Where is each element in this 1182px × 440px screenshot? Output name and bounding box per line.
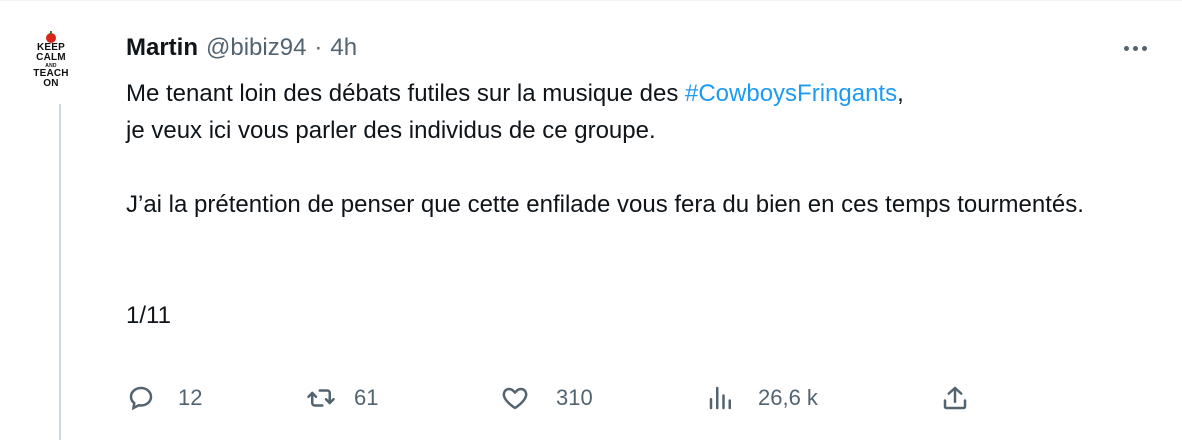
apple-icon xyxy=(46,31,56,43)
avatar-text-2: CALM xyxy=(36,52,66,63)
tweet-header: Martin @bibiz94 · 4h xyxy=(126,33,357,63)
views-button[interactable]: 26,6 k xyxy=(706,378,818,418)
like-count: 310 xyxy=(556,385,593,410)
share-icon xyxy=(943,386,967,410)
reply-button[interactable]: 12 xyxy=(126,378,202,418)
thread-line xyxy=(59,104,61,440)
divider xyxy=(0,0,1182,1)
tweet-line-1: Me tenant loin des débats futiles sur la… xyxy=(126,75,1136,112)
tweet-text: Me tenant loin des débats futiles sur la… xyxy=(126,75,1136,334)
more-icon[interactable] xyxy=(1117,38,1153,58)
share-button[interactable] xyxy=(940,378,970,418)
tweet[interactable]: KEEP CALM AND TEACH ON Martin @bibiz94 ·… xyxy=(0,0,1182,440)
author-handle[interactable]: @bibiz94 xyxy=(206,34,306,62)
thread-counter: 1/11 xyxy=(126,302,171,329)
retweet-count: 61 xyxy=(354,385,379,410)
views-count: 26,6 k xyxy=(758,385,818,410)
tweet-time[interactable]: 4h xyxy=(330,34,357,62)
author-name[interactable]: Martin xyxy=(126,34,198,62)
avatar-text-5: ON xyxy=(43,78,59,89)
avatar[interactable]: KEEP CALM AND TEACH ON xyxy=(19,31,83,95)
tweet-paragraph-2: J’ai la prétention de penser que cette e… xyxy=(126,191,1084,218)
like-icon xyxy=(502,387,528,410)
views-icon xyxy=(709,386,731,410)
hashtag-link[interactable]: #CowboysFringants xyxy=(685,80,897,107)
text-segment: , xyxy=(897,80,904,107)
text-segment: Me tenant loin des débats futiles sur la… xyxy=(126,80,685,107)
like-button[interactable]: 310 xyxy=(500,378,593,418)
reply-count: 12 xyxy=(178,385,203,410)
retweet-button[interactable]: 61 xyxy=(306,378,378,418)
retweet-icon xyxy=(307,389,335,407)
tweet-actions: 12 61 310 26,6 k xyxy=(126,378,986,418)
separator-dot: · xyxy=(314,34,323,61)
reply-icon xyxy=(129,386,153,411)
tweet-line-2: je veux ici vous parler des individus de… xyxy=(126,117,656,144)
